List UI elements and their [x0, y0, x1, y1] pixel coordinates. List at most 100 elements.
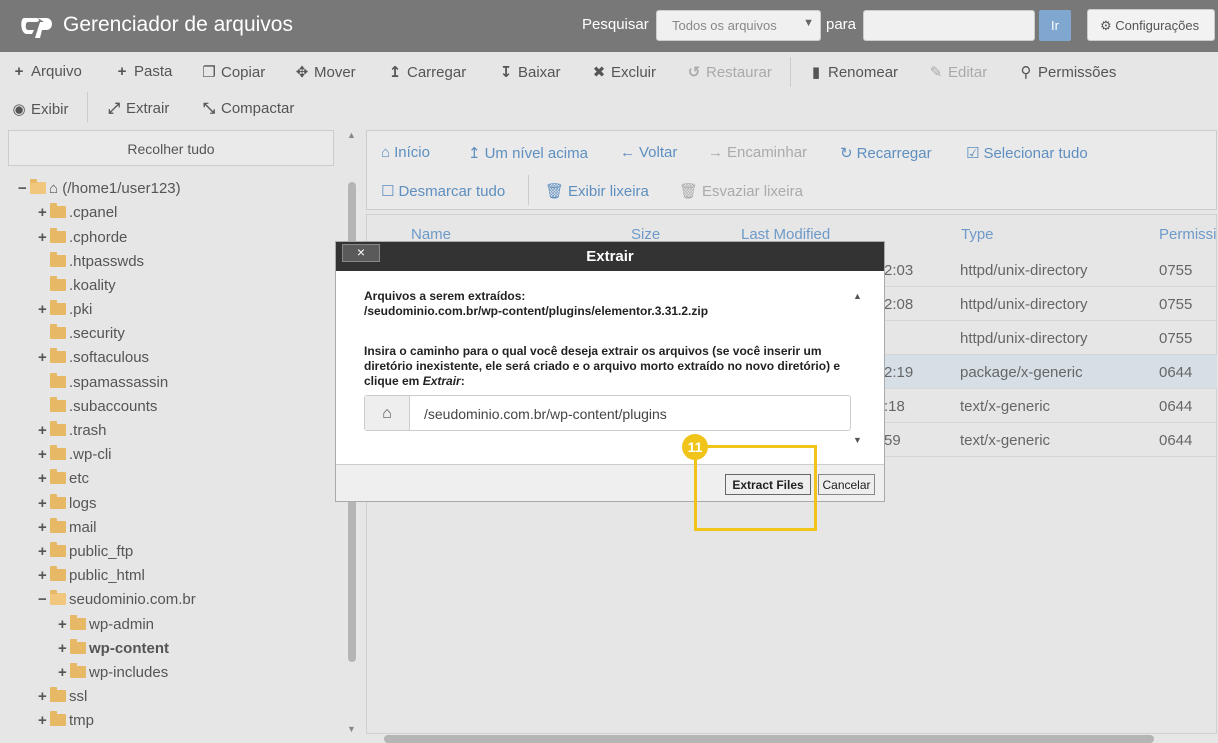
tree-item[interactable]: + .pki — [38, 300, 92, 323]
expand-icon[interactable]: + — [58, 640, 70, 657]
forward-button[interactable]: → Encaminhar — [708, 144, 807, 161]
reload-button[interactable]: ↻ Recarregar — [840, 144, 932, 162]
search-scope-select[interactable]: Todos os arquivos ▼ — [656, 10, 821, 41]
column-header-type[interactable]: Type — [961, 226, 994, 243]
tree-item[interactable]: .htpasswds — [38, 252, 144, 275]
tree-item[interactable]: .security — [38, 324, 125, 347]
copy-button[interactable]: ❐ Copiar — [201, 63, 265, 81]
move-button[interactable]: ✥ Mover — [294, 63, 356, 81]
expand-icon[interactable]: + — [38, 229, 50, 246]
expand-icon[interactable]: + — [58, 664, 70, 681]
expand-icon[interactable]: + — [38, 712, 50, 729]
extract-path-field[interactable]: ⌂ /seudominio.com.br/wp-content/plugins — [364, 395, 851, 431]
tree-item[interactable]: + mail — [38, 518, 97, 541]
tree-item[interactable]: .koality — [38, 276, 116, 299]
tree-item-label: wp-admin — [89, 616, 155, 633]
permissions-button[interactable]: ⚲ Permissões — [1018, 63, 1117, 81]
expand-icon[interactable]: + — [38, 204, 50, 221]
new-file-button[interactable]: + Arquivo — [11, 63, 82, 80]
expand-icon[interactable]: + — [38, 422, 50, 439]
download-button[interactable]: ↧ Baixar — [498, 63, 561, 81]
tree-item[interactable]: + logs — [38, 494, 97, 517]
toolbar-divider — [87, 92, 88, 122]
scroll-up-icon[interactable]: ▲ — [853, 291, 862, 301]
scroll-up-icon[interactable]: ▲ — [347, 130, 356, 140]
tree-item[interactable]: + public_html — [38, 566, 145, 589]
extract-path-input[interactable]: /seudominio.com.br/wp-content/plugins — [424, 406, 667, 422]
tree-root[interactable]: − ⌂ (/home1/user123) — [18, 179, 181, 202]
view-button[interactable]: ◉ Exibir — [11, 100, 68, 118]
tree-item[interactable]: − seudominio.com.br — [38, 590, 196, 613]
collapse-icon[interactable]: − — [38, 591, 50, 608]
upload-button[interactable]: ↥ Carregar — [387, 63, 466, 81]
unselect-all-button[interactable]: ☐ Desmarcar tudo — [381, 182, 505, 200]
tree-item-selected[interactable]: + wp-content — [58, 639, 169, 662]
cpanel-logo-icon[interactable] — [20, 12, 54, 40]
row-permissions: 0644 — [1159, 398, 1193, 415]
go-button[interactable]: Ir — [1039, 10, 1071, 41]
step-highlight-box — [694, 445, 817, 531]
expand-icon[interactable]: + — [38, 519, 50, 536]
scrollbar-thumb[interactable] — [384, 735, 1154, 743]
tree-item[interactable]: + .cphorde — [38, 228, 127, 251]
checkbox-checked-icon: ☑ — [966, 145, 980, 162]
tree-item[interactable]: + public_ftp — [38, 542, 133, 565]
folder-icon — [50, 252, 66, 267]
expand-icon[interactable]: + — [38, 543, 50, 560]
new-folder-button[interactable]: + Pasta — [114, 63, 173, 80]
up-one-level-button[interactable]: ↥ Um nível acima — [468, 144, 588, 162]
expand-icon[interactable]: + — [58, 616, 70, 633]
tree-item[interactable]: + tmp — [38, 711, 95, 734]
tree-item[interactable]: + .wp-cli — [38, 445, 112, 468]
settings-button[interactable]: ⚙ Configurações — [1087, 9, 1215, 41]
tree-item[interactable]: + wp-includes — [58, 663, 168, 686]
table-horizontal-scrollbar[interactable] — [366, 733, 1217, 743]
checkbox-empty-icon: ☐ — [381, 183, 395, 200]
home-button[interactable]: ⌂ Início — [381, 144, 430, 161]
tree-item-label: .trash — [69, 422, 107, 439]
cancel-button[interactable]: Cancelar — [818, 474, 875, 495]
tree-item[interactable]: + ssl — [38, 687, 88, 710]
row-permissions: 0755 — [1159, 262, 1193, 279]
select-all-button[interactable]: ☑ Selecionar tudo — [966, 144, 1088, 162]
compress-button[interactable]: ⤡ Compactar — [201, 100, 294, 117]
instructions-emphasis: Extrair — [422, 374, 461, 388]
expand-icon[interactable]: + — [38, 688, 50, 705]
delete-button[interactable]: ✖ Excluir — [591, 63, 656, 81]
restore-button[interactable]: ↺ Restaurar — [686, 63, 772, 81]
expand-icon[interactable]: + — [38, 567, 50, 584]
collapse-icon[interactable]: − — [18, 180, 30, 197]
tree-item[interactable]: + .cpanel — [38, 203, 118, 226]
extract-button[interactable]: ⤢ Extrair — [106, 100, 169, 117]
tree-item[interactable]: + .softaculous — [38, 348, 149, 371]
expand-icon[interactable]: + — [38, 301, 50, 318]
expand-icon[interactable]: + — [38, 349, 50, 366]
extract-instructions: Insira o caminho para o qual você deseja… — [364, 344, 854, 389]
tree-item-label: ssl — [69, 688, 88, 705]
row-permissions: 0755 — [1159, 330, 1193, 347]
scroll-down-icon[interactable]: ▼ — [853, 435, 862, 445]
rename-button[interactable]: ▮ Renomear — [808, 63, 898, 81]
upload-label: Carregar — [407, 64, 467, 81]
search-input[interactable] — [863, 10, 1035, 41]
edit-button[interactable]: ✎ Editar — [928, 63, 987, 81]
tree-item[interactable]: + etc — [38, 469, 89, 492]
tree-item[interactable]: .spamassassin — [38, 373, 168, 396]
tree-item[interactable]: + .trash — [38, 421, 107, 444]
empty-trash-button[interactable]: 🗑 Esvaziar lixeira — [679, 182, 803, 200]
back-button[interactable]: ← Voltar — [620, 144, 677, 161]
tree-item[interactable]: + wp-admin — [58, 615, 155, 638]
tree-item[interactable]: .subaccounts — [38, 397, 157, 420]
expand-icon[interactable]: + — [38, 495, 50, 512]
column-header-permissions[interactable]: Permissi — [1159, 226, 1217, 243]
tree-item-label: tmp — [69, 712, 95, 729]
scroll-down-icon[interactable]: ▼ — [347, 724, 356, 734]
expand-icon[interactable]: + — [38, 446, 50, 463]
show-trash-button[interactable]: 🗑 Exibir lixeira — [545, 182, 649, 200]
folder-icon — [50, 469, 66, 484]
tree-item-label: .cpanel — [69, 204, 118, 221]
collapse-all-button[interactable]: Recolher tudo — [8, 130, 334, 166]
tree-root-label: (/home1/user123) — [62, 180, 181, 197]
select-all-label: Selecionar tudo — [983, 145, 1088, 162]
expand-icon[interactable]: + — [38, 470, 50, 487]
